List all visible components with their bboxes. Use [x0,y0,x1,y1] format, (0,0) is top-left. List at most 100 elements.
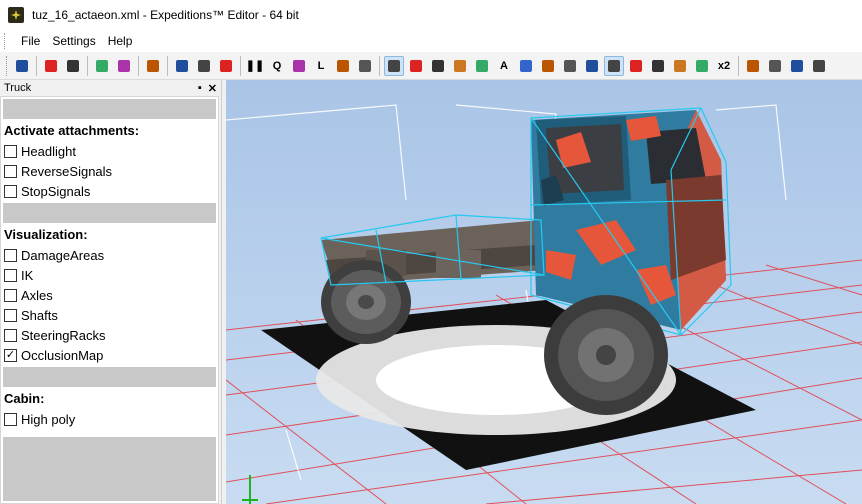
checkbox-row[interactable]: StopSignals [1,181,218,201]
section-divider [3,203,216,223]
object-icon[interactable] [41,56,61,76]
record-icon[interactable] [428,56,448,76]
star-icon[interactable] [560,56,580,76]
pin-icon[interactable]: ▪ [198,82,202,95]
checkbox-row[interactable]: ✓ OcclusionMap [1,345,218,365]
checkbox-label: Headlight [21,143,76,159]
checkbox[interactable] [4,164,17,178]
checkbox[interactable] [4,308,17,322]
copy-icon[interactable] [216,56,236,76]
flag-icon[interactable] [582,56,602,76]
pen-icon[interactable] [516,56,536,76]
checkbox-row[interactable]: ReverseSignals [1,161,218,181]
checkbox-label: StopSignals [21,183,91,199]
snap-tool-icon[interactable] [355,56,375,76]
terrain-icon[interactable] [765,56,785,76]
scene-svg [226,104,862,504]
move-tool-icon[interactable] [333,56,353,76]
curve-icon[interactable] [626,56,646,76]
front-wheel [544,295,668,415]
menu-grip[interactable] [4,33,7,49]
toolbar-separator [87,55,88,76]
rotate-tool-icon[interactable] [289,56,309,76]
red-square-icon-glyph [674,59,686,72]
face-icon-glyph [410,59,422,72]
checkbox[interactable] [4,412,17,426]
checkbox-label: Axles [21,287,53,303]
rotate-tool-icon-glyph [293,59,305,72]
checkbox-row[interactable]: SteeringRacks [1,325,218,345]
section-divider [3,99,216,119]
truck-cab [531,110,726,330]
terrain-icon-glyph [769,59,781,72]
list-icon-glyph [147,59,159,72]
axes-icon[interactable] [63,56,83,76]
text-tool-icon[interactable] [384,55,404,76]
tree-icon[interactable] [743,56,763,76]
save-icon[interactable] [12,56,32,76]
ruler-icon[interactable] [538,56,558,76]
close-icon[interactable]: ✕ [208,82,217,95]
paint-icon-glyph [608,59,620,72]
menu-file[interactable]: File [15,34,46,48]
red-square-icon[interactable] [670,56,690,76]
object-icon-glyph [45,59,57,72]
checkbox-row[interactable]: DamageAreas [1,245,218,265]
cloud-icon[interactable] [114,56,134,76]
open-folder-icon-glyph [198,59,210,72]
dots-icon-glyph [652,59,664,72]
l-tool-icon[interactable]: L [311,56,331,76]
menu-settings[interactable]: Settings [46,34,101,48]
dots-icon[interactable] [648,56,668,76]
toolbar-separator [36,55,37,76]
toolbar-separator [379,55,380,76]
3d-viewport[interactable] [226,80,862,504]
checkbox[interactable] [4,328,17,342]
save-icon-glyph [16,59,28,72]
checkbox[interactable] [4,184,17,198]
checkbox-row[interactable]: Axles [1,285,218,305]
checkbox-row[interactable]: Shafts [1,305,218,325]
path-icon-glyph [454,59,466,72]
checkbox-row[interactable]: IK [1,265,218,285]
audio-icon[interactable] [472,56,492,76]
checkbox-label: Shafts [21,307,58,323]
cloud-icon-glyph [118,59,130,72]
water-icon[interactable] [809,56,829,76]
pause-icon[interactable]: ❚❚ [245,56,265,76]
checkbox[interactable]: ✓ [4,348,17,362]
grid-icon[interactable] [692,56,712,76]
checkbox[interactable] [4,248,17,262]
section-label: Activate attachments: [4,123,140,138]
reload-icon[interactable] [172,56,192,76]
face-icon[interactable] [406,56,426,76]
menu-help[interactable]: Help [102,34,139,48]
panel-title: Truck [4,82,32,94]
audio-icon-glyph [476,59,488,72]
menu-bar: File Settings Help [0,30,862,52]
panel-empty-area [3,437,216,501]
checkbox-label: IK [21,267,34,283]
paint-icon[interactable] [604,55,624,76]
multiply-icon[interactable]: x2 [714,56,734,76]
list-icon[interactable] [143,56,163,76]
checkbox-row[interactable]: Headlight [1,141,218,161]
checkbox[interactable] [4,288,17,302]
checkbox[interactable] [4,144,17,158]
axes-icon-glyph [67,59,79,72]
section-label: Cabin: [4,391,45,406]
weather-icon[interactable] [92,56,112,76]
cube-icon[interactable] [787,56,807,76]
font-icon[interactable]: A [494,56,514,76]
checkbox[interactable] [4,268,17,282]
open-folder-icon[interactable] [194,56,214,76]
flag-icon-glyph [586,59,598,72]
path-icon[interactable] [450,56,470,76]
checkbox-label: DamageAreas [21,247,105,263]
checkbox-row[interactable]: High poly [1,409,218,429]
toolbar-grip[interactable] [6,55,9,76]
text-tool-icon-glyph [388,59,400,72]
zoom-icon[interactable]: Q [267,56,287,76]
checkbox-label: High poly [21,411,76,427]
ruler-icon-glyph [542,59,554,72]
